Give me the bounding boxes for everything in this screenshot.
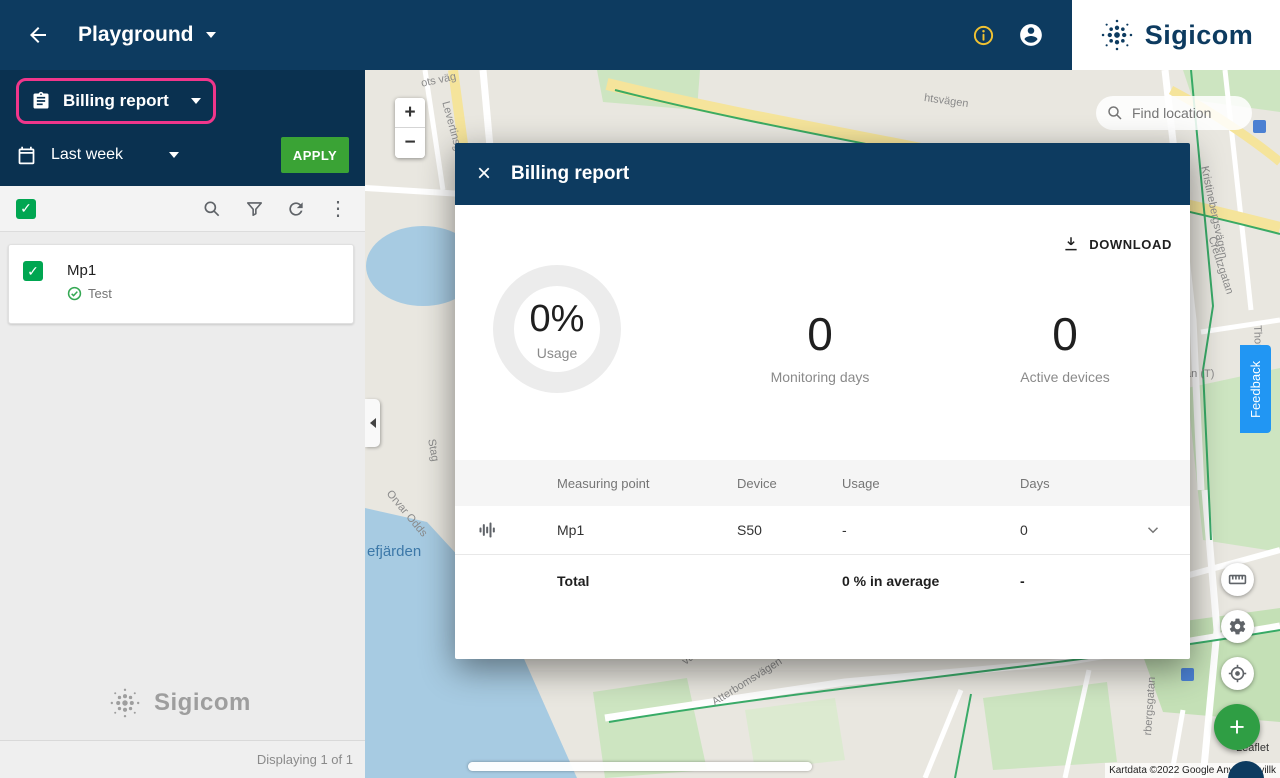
calendar-icon [16, 145, 37, 166]
modal-body: DOWNLOAD 0% Usage 0 Monitoring days 0 Ac… [455, 205, 1190, 659]
brand-logo: Sigicom [1072, 0, 1280, 70]
table-total-row: Total 0 % in average - [455, 555, 1190, 607]
locate-me-button[interactable] [1221, 657, 1254, 690]
chevron-down-icon[interactable] [206, 32, 216, 38]
brand-name: Sigicom [1145, 20, 1254, 51]
zoom-control: + − [395, 98, 425, 158]
report-type-label: Billing report [63, 91, 179, 111]
usage-value: 0% [530, 298, 585, 341]
zoom-out-button[interactable]: − [395, 128, 425, 158]
measuring-point-card[interactable]: Mp1 Test [8, 244, 354, 324]
total-label: Total [543, 573, 723, 589]
report-type-selector[interactable]: Billing report [16, 78, 216, 124]
billing-report-modal: × Billing report DOWNLOAD 0% Usage 0 Mon… [455, 143, 1190, 659]
kebab-icon: ⋮ [328, 196, 348, 221]
gear-icon [1228, 617, 1247, 636]
modal-header: × Billing report [455, 143, 1190, 205]
sidebar-collapse-button[interactable] [365, 399, 380, 447]
row-days: 0 [1006, 522, 1116, 538]
status-ok-icon [67, 286, 82, 301]
clipboard-icon [31, 91, 51, 111]
expand-row-button[interactable] [1139, 516, 1167, 544]
measure-button[interactable] [1221, 563, 1254, 596]
sidebar: Billing report Last week APPLY ⋮ [0, 70, 365, 778]
sigicom-dots-icon [1099, 17, 1135, 53]
chevron-down-icon [1144, 521, 1162, 539]
back-button[interactable] [24, 21, 52, 49]
filter-button[interactable] [243, 198, 265, 220]
refresh-button[interactable] [285, 198, 307, 220]
chevron-left-icon [370, 418, 376, 428]
col-days: Days [1006, 476, 1116, 491]
table-header-row: Measuring point Device Usage Days [455, 460, 1190, 506]
sidebar-nav: Billing report Last week APPLY [0, 70, 365, 186]
crosshair-icon [1228, 664, 1247, 683]
active-devices-stat: 0 Active devices [965, 307, 1165, 385]
chevron-down-icon[interactable] [169, 152, 179, 158]
monitoring-days-value: 0 [720, 307, 920, 361]
download-label: DOWNLOAD [1089, 237, 1172, 252]
sidebar-statusbar: Displaying 1 of 1 [0, 740, 365, 778]
modal-title: Billing report [511, 163, 629, 185]
waveform-icon [477, 520, 497, 540]
date-range-row: Last week APPLY [0, 132, 365, 178]
sidebar-footer-brand: Sigicom [154, 689, 251, 717]
col-usage: Usage [828, 476, 1006, 491]
row-measuring-point: Mp1 [543, 522, 723, 538]
displaying-count: Displaying 1 of 1 [257, 752, 353, 767]
mp-checkbox[interactable] [23, 261, 43, 281]
table-row[interactable]: Mp1 S50 - 0 [455, 506, 1190, 555]
select-all-checkbox[interactable] [16, 199, 36, 219]
feedback-button[interactable]: Feedback [1240, 345, 1271, 433]
info-button[interactable] [970, 22, 996, 48]
col-measuring-point: Measuring point [543, 476, 723, 491]
mp-status-label: Test [88, 286, 112, 301]
filter-icon [245, 199, 264, 218]
monitoring-days-stat: 0 Monitoring days [720, 307, 920, 385]
search-icon [1106, 104, 1124, 122]
info-icon [972, 24, 995, 47]
download-button[interactable]: DOWNLOAD [1062, 235, 1172, 253]
apply-button[interactable]: APPLY [281, 137, 349, 173]
total-usage: 0 % in average [828, 573, 1006, 589]
refresh-icon [286, 199, 306, 219]
sidebar-footer-logo: Sigicom [108, 686, 251, 720]
topbar: Playground Sigicom [0, 0, 1280, 70]
active-devices-label: Active devices [965, 369, 1165, 385]
account-icon [1018, 22, 1044, 48]
chevron-down-icon [191, 98, 201, 104]
search-icon [202, 199, 222, 219]
zoom-in-button[interactable]: + [395, 98, 425, 128]
download-icon [1062, 235, 1080, 253]
col-device: Device [723, 476, 828, 491]
find-location-search[interactable] [1096, 96, 1252, 130]
usage-label: Usage [537, 345, 577, 361]
search-button[interactable] [201, 198, 223, 220]
mp-name: Mp1 [67, 262, 112, 279]
total-days: - [1006, 573, 1116, 589]
more-options-button[interactable]: ⋮ [327, 198, 349, 220]
monitoring-days-label: Monitoring days [720, 369, 920, 385]
map-settings-button[interactable] [1221, 610, 1254, 643]
horizontal-scrollbar[interactable] [468, 762, 812, 771]
usage-donut: 0% Usage [493, 265, 663, 435]
ruler-icon [1228, 570, 1247, 589]
billing-table: Measuring point Device Usage Days Mp1 S5… [455, 460, 1190, 607]
row-usage: - [828, 522, 1006, 538]
water-label: efjärden [367, 543, 421, 560]
arrow-left-icon [26, 23, 50, 47]
row-device: S50 [723, 522, 828, 538]
account-button[interactable] [1018, 22, 1044, 48]
active-devices-value: 0 [965, 307, 1165, 361]
sigicom-dots-icon [108, 686, 142, 720]
map-area: ots väg Levertinsgatan htsvägen Kristine… [365, 70, 1280, 778]
close-button[interactable]: × [477, 162, 491, 186]
list-toolbar: ⋮ [0, 186, 365, 232]
date-range-selector[interactable]: Last week [51, 146, 169, 164]
page-title[interactable]: Playground [78, 23, 194, 47]
add-button[interactable]: + [1214, 704, 1260, 750]
find-location-input[interactable] [1132, 105, 1242, 121]
